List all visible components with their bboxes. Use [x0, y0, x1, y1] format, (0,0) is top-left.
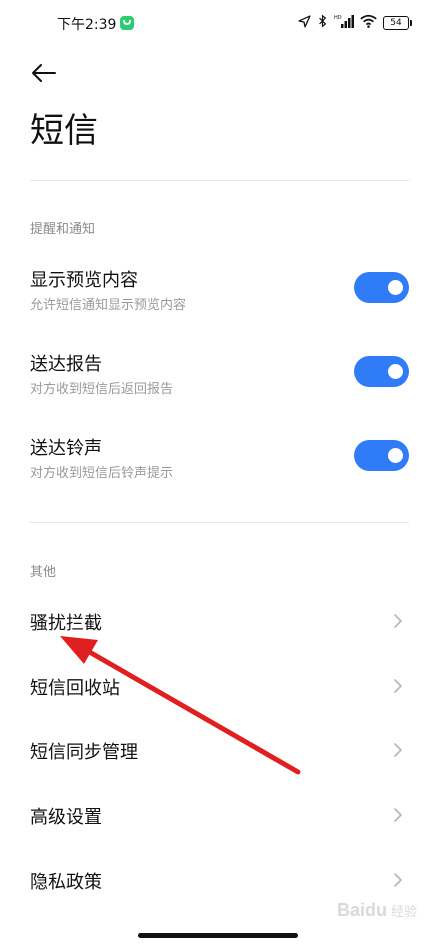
location-icon — [298, 14, 311, 31]
chevron-right-icon — [394, 614, 402, 628]
setting-title: 送达报告 — [30, 354, 102, 375]
nav-item-advanced-settings[interactable]: 高级设置 — [0, 788, 435, 842]
nav-label: 高级设置 — [30, 807, 102, 828]
nav-label: 短信同步管理 — [30, 742, 138, 763]
setting-delivery-ringtone[interactable]: 送达铃声 对方收到短信后铃声提示 — [0, 426, 435, 490]
page-title: 短信 — [30, 111, 98, 151]
status-bar: 下午2:39 HD 54 — [0, 0, 435, 46]
nav-label: 短信回收站 — [30, 678, 120, 699]
status-icons: HD 54 — [298, 14, 412, 31]
nav-item-recycle-bin[interactable]: 短信回收站 — [0, 659, 435, 713]
cellular-signal-icon: HD — [334, 14, 354, 31]
nav-item-privacy-policy[interactable]: 隐私政策 — [0, 853, 435, 907]
setting-subtitle: 对方收到短信后铃声提示 — [30, 466, 174, 481]
setting-title: 显示预览内容 — [30, 270, 138, 291]
toggle-knob — [388, 448, 403, 463]
baidu-watermark: Baidu 经验 — [337, 900, 417, 921]
section-header-other: 其他 — [30, 565, 57, 580]
nav-label: 隐私政策 — [30, 872, 102, 893]
back-button[interactable] — [30, 58, 64, 88]
nav-item-sync-management[interactable]: 短信同步管理 — [0, 723, 435, 777]
watermark-sub: 经验 — [390, 905, 417, 920]
wifi-icon — [360, 14, 377, 31]
status-time: 下午2:39 — [57, 17, 117, 33]
watermark-brand: Baidu — [336, 900, 387, 920]
show-preview-toggle[interactable] — [354, 272, 409, 303]
toggle-knob — [388, 364, 403, 379]
chevron-right-icon — [394, 743, 402, 757]
delivery-ringtone-toggle[interactable] — [354, 440, 409, 471]
divider — [30, 522, 409, 523]
bluetooth-icon — [317, 14, 328, 31]
signal-hd-label: HD — [334, 15, 342, 21]
divider — [30, 180, 409, 181]
section-header-notify: 提醒和通知 — [30, 222, 96, 237]
setting-title: 送达铃声 — [30, 438, 102, 459]
home-indicator[interactable] — [138, 933, 298, 938]
setting-subtitle: 允许短信通知显示预览内容 — [30, 298, 187, 313]
nav-label: 骚扰拦截 — [30, 613, 102, 634]
notification-app-icon — [120, 16, 134, 30]
nav-item-spam-block[interactable]: 骚扰拦截 — [0, 594, 435, 648]
chevron-right-icon — [394, 808, 402, 822]
battery-indicator: 54 — [383, 15, 412, 30]
chevron-right-icon — [394, 873, 402, 887]
delivery-report-toggle[interactable] — [354, 356, 409, 387]
setting-subtitle: 对方收到短信后返回报告 — [30, 382, 174, 397]
chevron-right-icon — [394, 679, 402, 693]
setting-show-preview[interactable]: 显示预览内容 允许短信通知显示预览内容 — [0, 258, 435, 322]
toggle-knob — [388, 280, 403, 295]
back-arrow-icon — [32, 64, 56, 82]
setting-delivery-report[interactable]: 送达报告 对方收到短信后返回报告 — [0, 342, 435, 406]
